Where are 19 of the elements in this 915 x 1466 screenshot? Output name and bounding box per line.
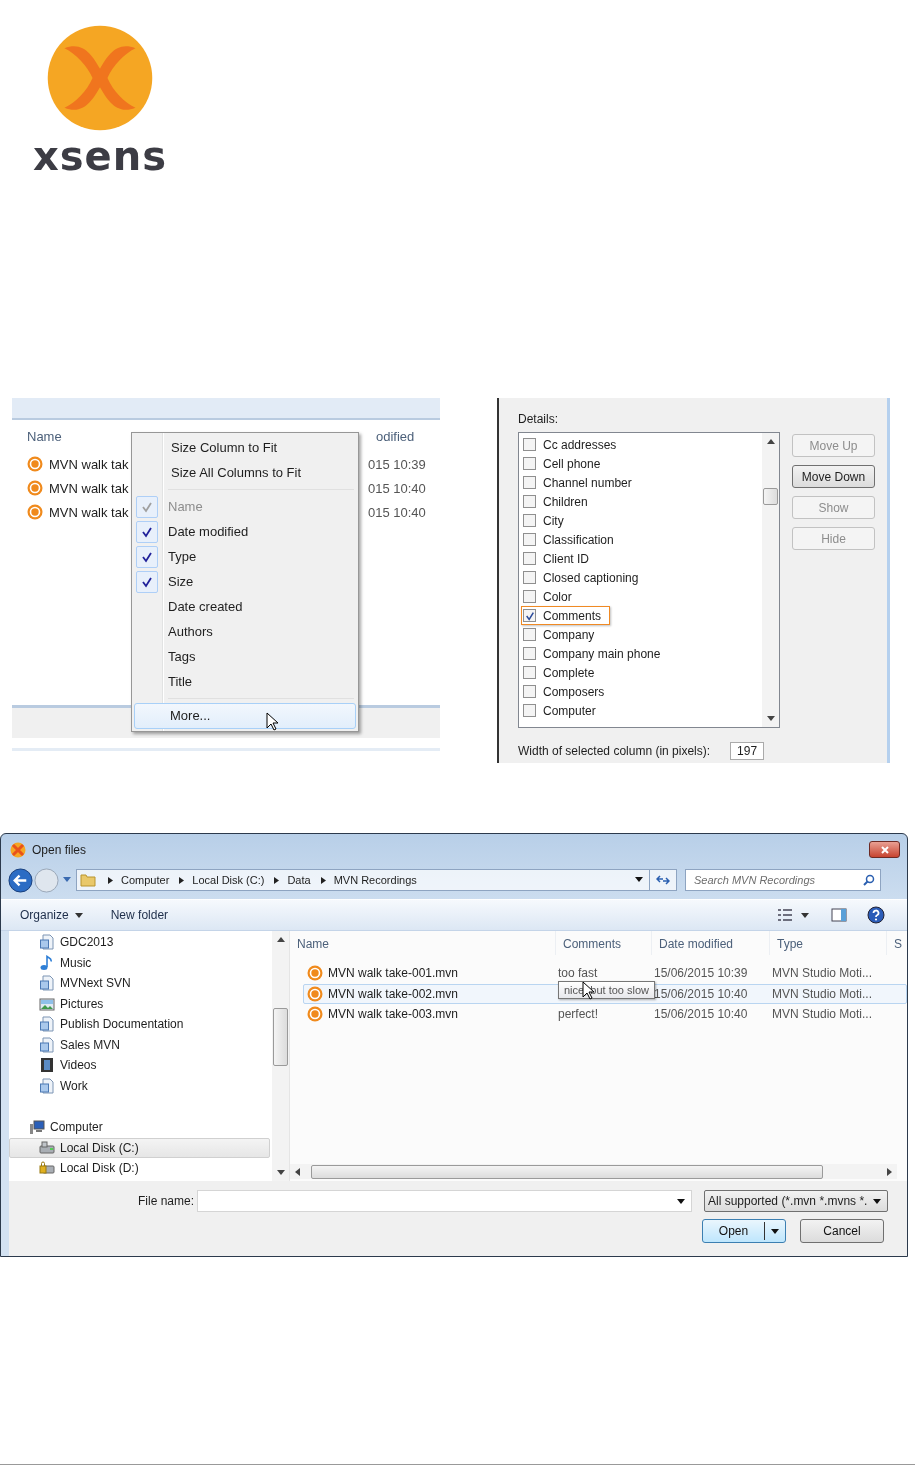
date-cell: 15/06/2015 10:39 [653,966,748,981]
date-cell: 015 10:40 [368,480,426,496]
type-cell: MVN Studio Moti... [771,966,873,981]
file-name: MVN walk take-003.mvn [328,1007,459,1022]
type-cell: MVN Studio Moti... [771,986,873,1001]
logo-wordmark: xsens [33,134,167,178]
comment-cell: too fast [557,966,598,981]
file-name: MVN walk take-001.mvn [328,966,459,981]
date-cell: 015 10:39 [368,456,426,472]
type-cell: MVN Studio Moti... [771,1007,873,1022]
field-label: Width of selected column (in pixels): [518,744,711,758]
date-cell: 015 10:40 [368,504,426,520]
file-name: MVN walk take-002.mvn [328,986,459,1001]
window-title: Open files [32,842,87,857]
list-label: Details: [518,412,559,428]
date-cell: 15/06/2015 10:40 [653,986,748,1001]
date-cell: 15/06/2015 10:40 [653,1007,748,1022]
field-label: File name: [136,1194,195,1208]
comment-cell: perfect! [557,1007,599,1022]
